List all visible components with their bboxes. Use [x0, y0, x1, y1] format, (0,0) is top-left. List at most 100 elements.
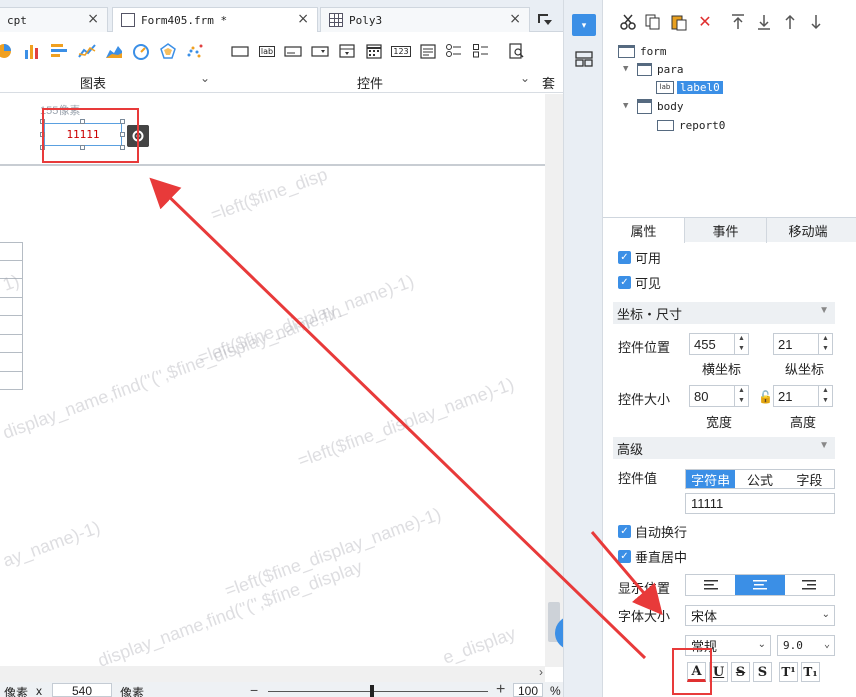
text-area-widget-icon[interactable]	[418, 42, 438, 60]
section-advanced[interactable]: 高级 ▼	[613, 437, 835, 459]
dropdown-widget-icon[interactable]	[310, 42, 330, 60]
value-type-field[interactable]: 字段	[785, 470, 834, 488]
x-coordinate-input[interactable]: 540	[52, 683, 112, 697]
move-up-icon[interactable]	[781, 13, 799, 31]
move-down-icon[interactable]	[807, 13, 825, 31]
number-widget-icon[interactable]: 123	[390, 42, 412, 60]
form-icon	[618, 44, 635, 58]
delete-icon[interactable]: ✕	[696, 13, 714, 31]
gauge-chart-icon[interactable]	[131, 42, 151, 60]
position-label: 控件位置	[618, 340, 671, 355]
tree-node-body[interactable]: ▼ body	[623, 97, 684, 115]
zoom-slider[interactable]	[268, 691, 488, 692]
font-family-select[interactable]: 宋体 ⌄	[685, 605, 835, 626]
label-widget-icon[interactable]: lab	[256, 42, 278, 60]
close-icon[interactable]: ×	[87, 11, 99, 27]
tab-events[interactable]: 事件	[685, 218, 767, 243]
height-input[interactable]: 21 ▲ ▼	[773, 385, 833, 407]
tree-node-form[interactable]: form	[618, 42, 667, 60]
copy-icon[interactable]	[644, 13, 662, 31]
vertical-center-checkbox[interactable]: ✓ 垂直居中	[618, 547, 687, 565]
strikethrough-button[interactable]: S	[731, 662, 750, 682]
paste-icon[interactable]	[670, 13, 688, 31]
chevron-down-icon[interactable]: ⌄	[200, 71, 210, 85]
radio-group-widget-icon[interactable]	[444, 42, 464, 60]
widget-settings-panel-button[interactable]: ▾	[572, 14, 596, 36]
cut-icon[interactable]	[619, 13, 637, 31]
pos-x-input[interactable]: 455 ▲ ▼	[689, 333, 749, 355]
spinner-arrows-icon[interactable]: ▲ ▼	[818, 334, 832, 354]
vertical-scrollbar[interactable]	[545, 94, 563, 667]
button-widget-icon[interactable]	[230, 42, 250, 60]
pos-x-caption: 横坐标	[702, 362, 742, 377]
expand-arrow-icon[interactable]: ▼	[623, 64, 637, 74]
move-to-top-icon[interactable]	[729, 13, 747, 31]
tab-poly3[interactable]: Poly3 ×	[320, 7, 530, 32]
spinner-arrows-icon[interactable]: ▲ ▼	[818, 386, 832, 406]
line-chart-icon[interactable]	[77, 42, 97, 60]
text-field-widget-icon[interactable]	[283, 42, 303, 60]
value-type-string[interactable]: 字符串	[686, 470, 736, 488]
tab-mobile[interactable]: 移动端	[767, 218, 849, 243]
status-bar: 像素 x 540 像素 − + 100 %	[0, 681, 563, 697]
align-left-button[interactable]	[686, 575, 735, 595]
tab-attributes[interactable]: 属性	[603, 218, 685, 243]
bar-chart-icon[interactable]	[22, 42, 42, 60]
para-band[interactable]: 155像素 11111	[0, 94, 545, 166]
widget-value-input[interactable]: 11111	[685, 493, 835, 514]
radar-chart-icon[interactable]	[158, 42, 178, 60]
close-icon[interactable]: ×	[297, 11, 309, 27]
width-input[interactable]: 80 ▲ ▼	[689, 385, 749, 407]
lock-icon[interactable]: 🔓	[758, 390, 773, 404]
zoom-input[interactable]: 100	[513, 683, 543, 697]
tab-form405[interactable]: Form405.frm * ×	[112, 7, 318, 32]
chevron-down-icon[interactable]: ▼	[819, 440, 829, 451]
expand-arrow-icon[interactable]: ▼	[623, 101, 637, 111]
zoom-slider-handle[interactable]	[370, 685, 374, 697]
layout-panel-icon[interactable]	[574, 50, 594, 68]
subscript-button[interactable]: T₁	[801, 662, 820, 682]
visible-checkbox[interactable]: ✓ 可见	[618, 273, 661, 291]
align-right-button[interactable]	[785, 575, 834, 595]
chevron-right-icon[interactable]: ›	[539, 665, 543, 679]
form-file-icon	[121, 13, 135, 27]
superscript-button[interactable]: T¹	[779, 662, 798, 682]
align-center-icon	[752, 580, 767, 590]
close-icon[interactable]: ×	[509, 11, 521, 27]
tab-cpt[interactable]: cpt ×	[0, 7, 108, 32]
tree-node-para[interactable]: ▼ para	[623, 60, 684, 78]
align-left-icon	[703, 580, 718, 590]
height-caption: 高度	[790, 415, 817, 430]
pos-y-input[interactable]: 21 ▲ ▼	[773, 333, 833, 355]
tab-list-dropdown-icon[interactable]	[536, 12, 554, 28]
enabled-checkbox[interactable]: ✓ 可用	[618, 248, 661, 266]
scatter-chart-icon[interactable]	[185, 42, 205, 60]
form-design-canvas[interactable]: 155像素 11111 =left($fine_disp 1) =left($f…	[0, 94, 545, 667]
align-center-button[interactable]	[735, 575, 785, 595]
multi-tree-widget-icon[interactable]	[337, 42, 357, 60]
zoom-in-button[interactable]: +	[496, 681, 505, 697]
checkbox-group-widget-icon[interactable]	[471, 42, 491, 60]
date-widget-icon[interactable]	[364, 42, 384, 60]
tree-node-label0[interactable]: lab label0	[656, 78, 723, 96]
move-to-bottom-icon[interactable]	[755, 13, 773, 31]
tree-node-label: report0	[679, 118, 726, 132]
area-chart-icon[interactable]	[104, 42, 124, 60]
query-button-widget-icon[interactable]	[507, 42, 527, 60]
horizontal-bar-chart-icon[interactable]	[49, 42, 69, 60]
chevron-down-icon[interactable]: ⌄	[520, 71, 530, 85]
section-coord-size[interactable]: 坐标・尺寸 ▼	[613, 302, 835, 324]
horizontal-scrollbar[interactable]: ›	[0, 665, 545, 682]
spinner-arrows-icon[interactable]: ▲ ▼	[734, 334, 748, 354]
shadow-button[interactable]: S	[753, 662, 772, 682]
pie-chart-icon[interactable]	[0, 42, 14, 60]
check-icon: ✓	[618, 275, 631, 289]
chevron-down-icon[interactable]: ▼	[819, 305, 829, 316]
tree-node-report0[interactable]: report0	[657, 116, 725, 134]
auto-wrap-checkbox[interactable]: ✓ 自动换行	[618, 522, 687, 540]
unit-label: 像素	[120, 686, 145, 697]
font-size-select[interactable]: 9.0 ⌄	[777, 635, 835, 656]
zoom-out-button[interactable]: −	[250, 682, 258, 697]
value-type-formula[interactable]: 公式	[735, 470, 784, 488]
spinner-arrows-icon[interactable]: ▲ ▼	[734, 386, 748, 406]
